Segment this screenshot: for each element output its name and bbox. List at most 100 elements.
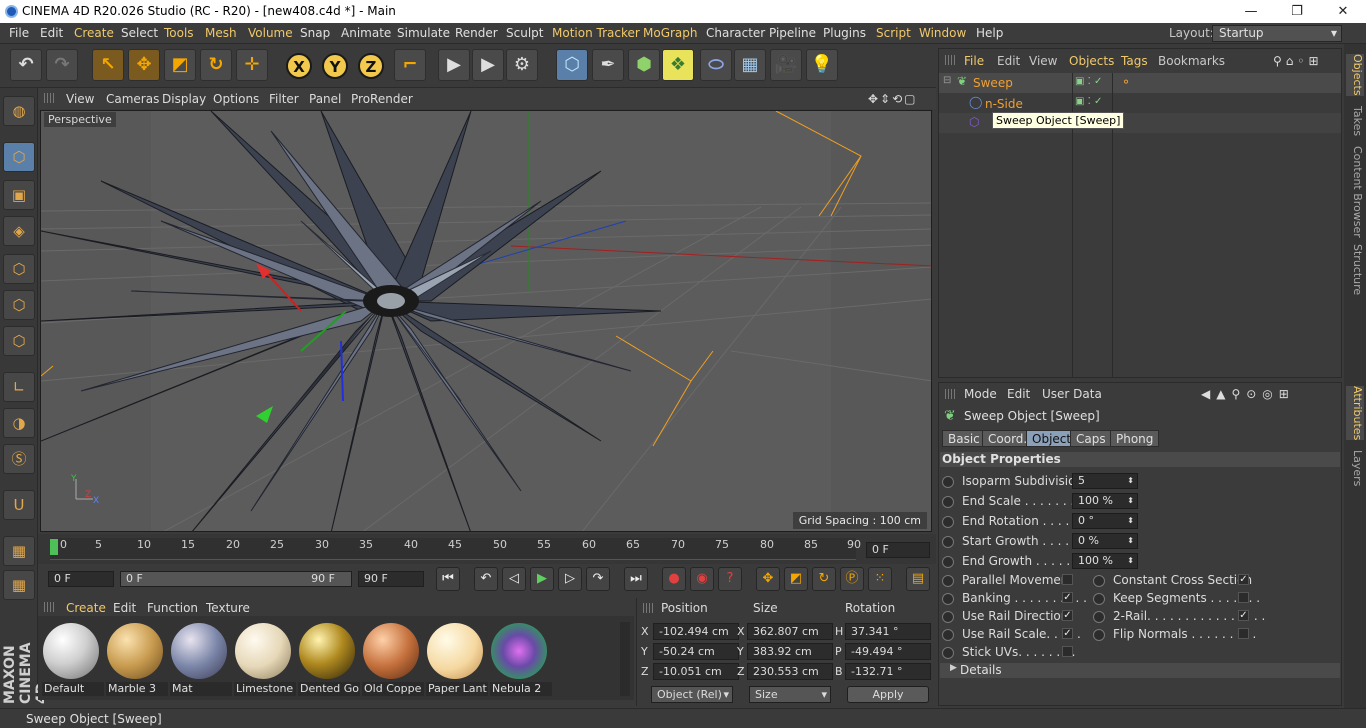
menu-edit[interactable]: Edit [40,26,63,40]
vp-menu-view[interactable]: View [66,92,94,106]
end-growth-field[interactable]: 100 % ⬍ [1072,553,1138,569]
key-rotation-icon[interactable]: ↻ [812,567,836,591]
keep-segments-checkbox[interactable] [1238,592,1249,603]
obj-menu-file[interactable]: File [964,54,984,68]
menu-plugins[interactable]: Plugins [823,26,866,40]
side-tab-content-browser[interactable]: Content Browser [1346,146,1364,238]
anim-radio-icon[interactable] [1093,574,1105,587]
autokey-icon[interactable]: ◉ [690,567,714,591]
tag-icon[interactable]: ⚬ [1121,75,1131,89]
maximize-button[interactable]: ❐ [1274,0,1320,23]
material-item[interactable]: Old Coppe [362,620,424,698]
pos-z-field[interactable]: -10.051 cm [653,663,739,680]
locked-workplane-icon[interactable]: ▦ [3,570,35,600]
points-mode-icon[interactable]: ⬡ [3,254,35,284]
flip-normals-checkbox[interactable] [1238,628,1249,639]
nside-object-name[interactable]: n-Side [985,97,1023,111]
material-item[interactable]: Nebula 2 [490,620,552,698]
vp-menu-cameras[interactable]: Cameras [106,92,159,106]
redo-icon[interactable]: ↷ [46,49,78,81]
key-scale-icon[interactable]: ◩ [784,567,808,591]
apply-button[interactable]: Apply [847,686,929,703]
use-rail-scale-checkbox[interactable]: ✓ [1062,628,1073,639]
menu-mesh[interactable]: Mesh [205,26,237,40]
undo-icon[interactable]: ↶ [10,49,42,81]
stick-uvs-checkbox[interactable] [1062,646,1073,657]
pen-spline-icon[interactable]: ✒ [592,49,624,81]
obj-toolbar-icons[interactable]: ⚲⌂◦⊞ [1273,54,1323,68]
obj-menu-bookmarks[interactable]: Bookmarks [1158,54,1225,68]
menu-render[interactable]: Render [455,26,498,40]
anim-radio-icon[interactable] [942,515,954,528]
model-mode-icon[interactable]: ⬡ [3,142,35,172]
timeline-window-icon[interactable]: ▤ [906,567,930,591]
sweep-object-name[interactable]: Sweep [973,76,1013,90]
side-tab-takes[interactable]: Takes [1346,106,1364,136]
rot-b-field[interactable]: -132.71 ° [845,663,931,680]
side-tab-layers[interactable]: Layers [1346,450,1364,486]
end-frame-field[interactable]: 90 F [358,571,424,587]
texture-mode-icon[interactable]: ▣ [3,180,35,210]
menu-tools[interactable]: Tools [164,26,194,40]
current-frame-field[interactable]: 0 F [866,542,930,558]
isoparm-field[interactable]: 5 ⬍ [1072,473,1138,489]
menu-script[interactable]: Script [876,26,911,40]
anim-radio-icon[interactable] [1093,592,1105,605]
menu-window[interactable]: Window [919,26,966,40]
vp-menu-panel[interactable]: Panel [309,92,341,106]
vp-menu-filter[interactable]: Filter [269,92,299,106]
cloner-icon[interactable]: ❖ [662,49,694,81]
menu-pipeline[interactable]: Pipeline [769,26,816,40]
workplane-icon[interactable]: ◈ [3,216,35,246]
floor-scene-icon[interactable]: ▦ [734,49,766,81]
tweak-mode-icon[interactable]: ◑ [3,408,35,438]
stepper-icon[interactable]: ⬍ [1127,534,1134,548]
anim-radio-icon[interactable] [942,495,954,508]
menu-sculpt[interactable]: Sculpt [506,26,543,40]
material-item[interactable]: Dented Go [298,620,360,698]
next-frame-icon[interactable]: ▷ [558,567,582,591]
polygons-mode-icon[interactable]: ⬡ [3,326,35,356]
axis-mode-icon[interactable]: ∟ [3,372,35,402]
edges-mode-icon[interactable]: ⬡ [3,290,35,320]
anim-radio-icon[interactable] [942,628,954,641]
render-picture-viewer-icon[interactable]: ▶ [472,49,504,81]
size-mode-select[interactable]: Size ▾ [749,686,831,703]
render-view-icon[interactable]: ▶ [438,49,470,81]
menu-select[interactable]: Select [121,26,158,40]
size-x-field[interactable]: 362.807 cm [747,623,833,640]
workplane-grid-icon[interactable]: ▦ [3,536,35,566]
keyframe-selection-icon[interactable]: ? [718,567,742,591]
material-item[interactable]: Limestone [234,620,296,698]
menu-motion-tracker[interactable]: Motion Tracker [552,26,640,40]
attr-nav-icons[interactable]: ◀▲⚲⊙◎⊞ [1201,387,1295,401]
previous-frame-icon[interactable]: ◁ [502,567,526,591]
vp-menu-options[interactable]: Options [213,92,259,106]
live-selection-icon[interactable]: ✛ [236,49,268,81]
object-row-sweep[interactable]: ⊟ ❦ Sweep ▣ ⁚ ✓ ⚬ [939,73,1341,93]
layout-select[interactable]: Startup ▾ [1212,25,1342,42]
tab-phong[interactable]: Phong [1110,430,1160,447]
play-icon[interactable]: ▶ [530,567,554,591]
timeline-ruler[interactable]: 0 5 10 15 20 25 30 35 40 45 50 55 60 65 … [38,534,936,564]
material-item[interactable]: Paper Lant [426,620,488,698]
coord-mode-select[interactable]: Object (Rel) ▾ [651,686,733,703]
anim-radio-icon[interactable] [1093,610,1105,623]
vp-menu-display[interactable]: Display [162,92,206,106]
anim-radio-icon[interactable] [1093,628,1105,641]
solo-mode-icon[interactable]: Ⓢ [3,444,35,474]
menu-help[interactable]: Help [976,26,1003,40]
material-item[interactable]: Marble 3 [106,620,168,698]
start-growth-field[interactable]: 0 % ⬍ [1072,533,1138,549]
constant-cross-section-checkbox[interactable]: ✓ [1238,574,1249,585]
next-key-icon[interactable]: ↷ [586,567,610,591]
viewport-nav-icon[interactable]: ✥⇕⟲▢ [868,92,918,106]
start-frame-field[interactable]: 0 F [48,571,114,587]
x-axis-lock-button[interactable]: X [286,53,312,79]
stepper-icon[interactable]: ⬍ [1127,474,1134,488]
menu-file[interactable]: File [9,26,29,40]
material-item[interactable]: Default [42,620,104,698]
minimize-button[interactable]: — [1228,0,1274,23]
stepper-icon[interactable]: ⬍ [1127,494,1134,508]
stepper-icon[interactable]: ⬍ [1127,514,1134,528]
